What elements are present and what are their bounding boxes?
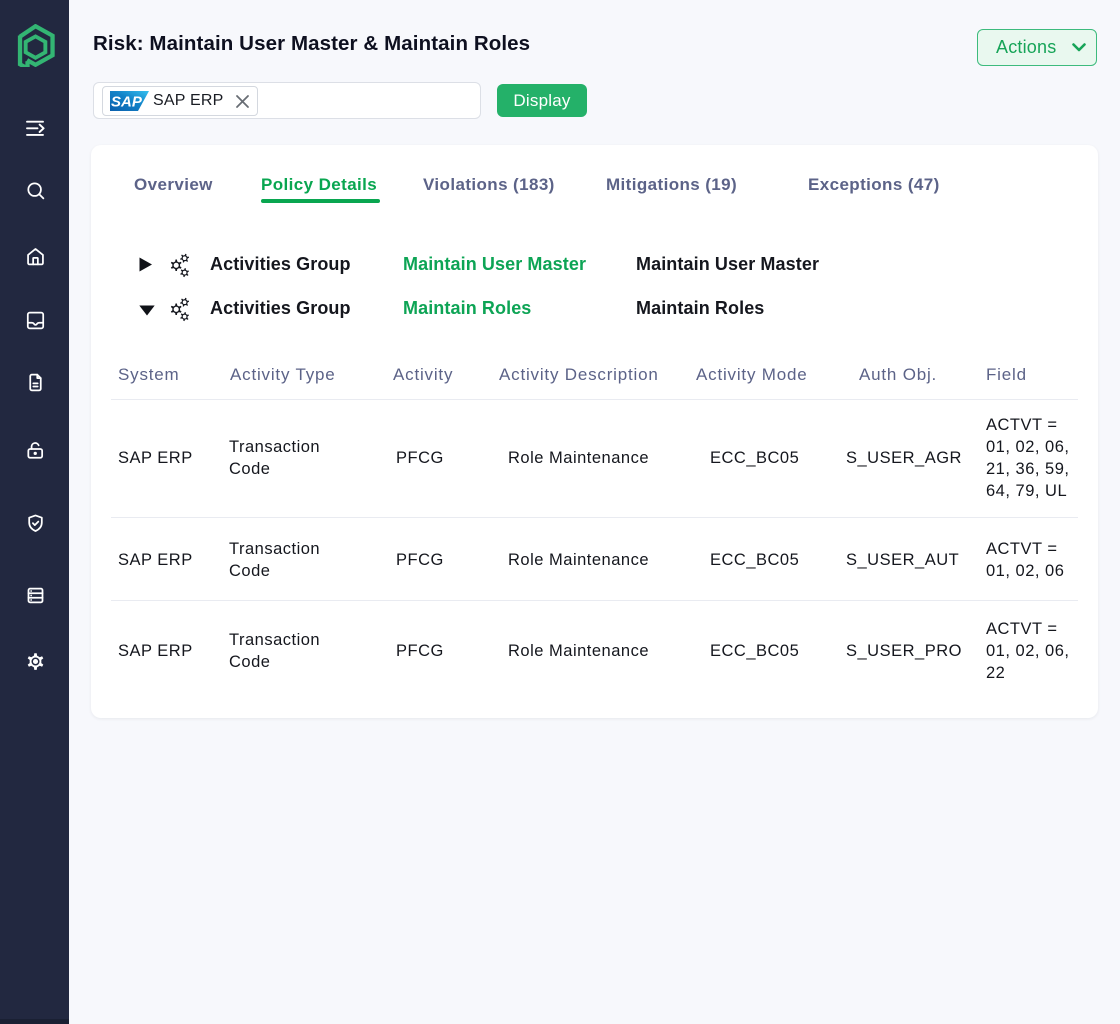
svg-text:SAP: SAP xyxy=(111,93,143,110)
